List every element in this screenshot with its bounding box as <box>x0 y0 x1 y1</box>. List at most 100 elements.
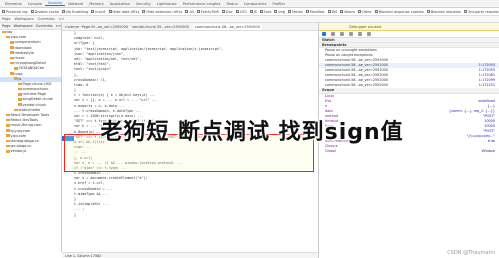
navigator-tab[interactable]: >> <box>56 24 61 28</box>
folder-icon <box>18 92 22 96</box>
filter-option[interactable]: Img <box>274 10 285 14</box>
checkbox-icon[interactable] <box>2 10 5 13</box>
folder-icon <box>14 77 18 80</box>
folder-icon <box>18 87 22 91</box>
filter-option[interactable]: Invert <box>91 10 106 14</box>
watermark: CSDN @Thaumatin <box>447 250 495 256</box>
network-toolbar: Preserve log Disable cache No throttling In… <box>0 8 499 16</box>
filter-option[interactable]: Wasm <box>340 10 355 14</box>
deactivate-breakpoints-icon[interactable] <box>367 32 371 36</box>
sources-subtab[interactable]: Workspace <box>14 17 33 21</box>
tree-item-label: songDetail.chunk <box>22 97 53 102</box>
filter-option[interactable]: Font <box>259 10 271 14</box>
checkbox-icon[interactable] <box>288 10 292 13</box>
filter-option[interactable]: Blocked requests <box>426 10 461 14</box>
tree-item-label: y.qq.com <box>10 133 27 138</box>
folder-icon <box>6 124 10 127</box>
checkbox-icon[interactable] <box>340 10 344 13</box>
sources-subtabs: Page Workspace Overrides >> <box>0 16 499 23</box>
sources-subtab[interactable]: Overrides <box>38 17 55 21</box>
tree-item-label: music <box>14 55 25 60</box>
navigator-tab[interactable]: Workspace <box>13 24 32 28</box>
checkbox-icon[interactable] <box>235 10 239 13</box>
folder-icon <box>6 118 10 122</box>
devtools-tab[interactable]: Console <box>25 2 45 6</box>
step-over-icon[interactable] <box>331 32 335 36</box>
devtools-tab[interactable]: Security <box>133 2 154 6</box>
devtools-tab[interactable]: Lighthouse <box>154 2 180 6</box>
resume-icon[interactable] <box>322 32 326 36</box>
tree-item-label: mediastyle <box>14 50 34 55</box>
checkbox-icon[interactable] <box>249 10 253 13</box>
devtools-tab[interactable]: Performance insights <box>180 2 224 6</box>
overlay-title: 老狗短 断点调试 找到sign值 <box>92 113 412 147</box>
devtools-tab[interactable]: Elements <box>2 2 25 6</box>
line-number[interactable] <box>62 213 74 218</box>
devtools-tab[interactable]: Network <box>65 2 86 6</box>
folder-icon <box>6 144 10 148</box>
checkbox-icon[interactable] <box>305 10 309 13</box>
checkbox-icon[interactable] <box>274 10 278 13</box>
filter-option[interactable]: Hide data URLs <box>108 10 139 14</box>
filter-option[interactable]: Doc <box>221 10 233 14</box>
devtools-tab[interactable]: Profiler <box>269 2 288 6</box>
checkbox-icon[interactable] <box>327 10 331 13</box>
breakpoint-file-label: commonchunk.58...ae_ver=2592000 <box>325 83 388 88</box>
tree-item-label: download <box>14 45 32 50</box>
tree-item-label: js <box>18 76 22 81</box>
step-out-icon[interactable] <box>349 32 353 36</box>
filter-option[interactable]: Hide extension URLs <box>142 10 182 14</box>
checkbox-icon[interactable] <box>30 10 34 13</box>
checkbox-icon[interactable] <box>259 10 263 13</box>
checkbox-icon[interactable] <box>91 10 95 13</box>
step-icon[interactable] <box>358 32 362 36</box>
checkbox-icon[interactable] <box>196 10 200 13</box>
step-into-icon[interactable] <box>340 32 344 36</box>
navigator-tab[interactable]: Overrides <box>36 24 53 28</box>
devtools-tab[interactable]: Components <box>241 2 270 6</box>
checkbox-icon[interactable] <box>357 10 361 13</box>
checkbox-icon[interactable] <box>221 10 225 13</box>
filter-option[interactable]: 3rd-party requests <box>463 10 499 14</box>
folder-icon <box>14 67 18 70</box>
devtools-tab[interactable]: Sources <box>45 1 66 6</box>
devtools-tab[interactable]: Application <box>107 2 133 6</box>
folder-icon <box>2 30 6 34</box>
filter-option[interactable]: WS <box>327 10 337 14</box>
filter-option[interactable]: Other <box>357 10 372 14</box>
breakpoint-line: 1:172251 <box>478 83 495 88</box>
checkbox-icon[interactable] <box>185 10 189 13</box>
tree-item-label: vendor.chunk <box>22 102 47 107</box>
sources-subtab[interactable]: Page <box>2 17 10 21</box>
filter-option[interactable]: JS <box>249 10 257 14</box>
filter-option[interactable]: Media <box>288 10 303 14</box>
filter-option[interactable]: Manifest <box>305 10 325 14</box>
checkbox-icon[interactable] <box>62 10 66 13</box>
filter-option[interactable]: All <box>185 10 194 14</box>
tree-item[interactable]: vendor.js <box>0 149 61 154</box>
checkbox-icon[interactable] <box>142 10 146 13</box>
checkbox-icon[interactable] <box>426 10 430 13</box>
scope-row[interactable]: Global Window <box>319 149 499 154</box>
filter-option[interactable]: Disable cache <box>30 10 59 14</box>
scope-value: true <box>488 138 495 143</box>
editor-tab[interactable]: runtime~Page.9f...ae_ver=2592000 <box>65 25 128 29</box>
filter-option[interactable]: Preserve log <box>2 10 28 14</box>
folder-icon <box>10 41 14 44</box>
devtools-tab[interactable]: Memory <box>86 2 107 6</box>
checkbox-icon[interactable] <box>108 10 112 13</box>
filter-option[interactable]: Fetch/XHR <box>196 10 219 14</box>
folder-icon <box>6 129 10 132</box>
editor-tab[interactable]: vendor.chunk.35...ver=2592000 <box>132 25 189 29</box>
filter-option[interactable]: CSS <box>235 10 247 14</box>
sources-subtab[interactable]: >> <box>59 17 65 21</box>
file-navigator: Page Workspace Overrides >> top y.qq.com comp… <box>0 23 62 252</box>
checkbox-icon[interactable] <box>463 10 467 13</box>
editor-tab[interactable]: commonchunk.58...ae_ver=2592000 <box>192 23 262 30</box>
filter-option[interactable]: No throttling <box>62 10 88 14</box>
checkbox-icon[interactable] <box>374 10 378 13</box>
tree-item-label: thirdqq.qlogo.cn <box>10 138 40 143</box>
devtools-tab[interactable]: Redux <box>223 2 240 6</box>
filter-option[interactable]: Blocked response cookies <box>374 10 424 14</box>
navigator-tab[interactable]: Page <box>2 24 10 28</box>
